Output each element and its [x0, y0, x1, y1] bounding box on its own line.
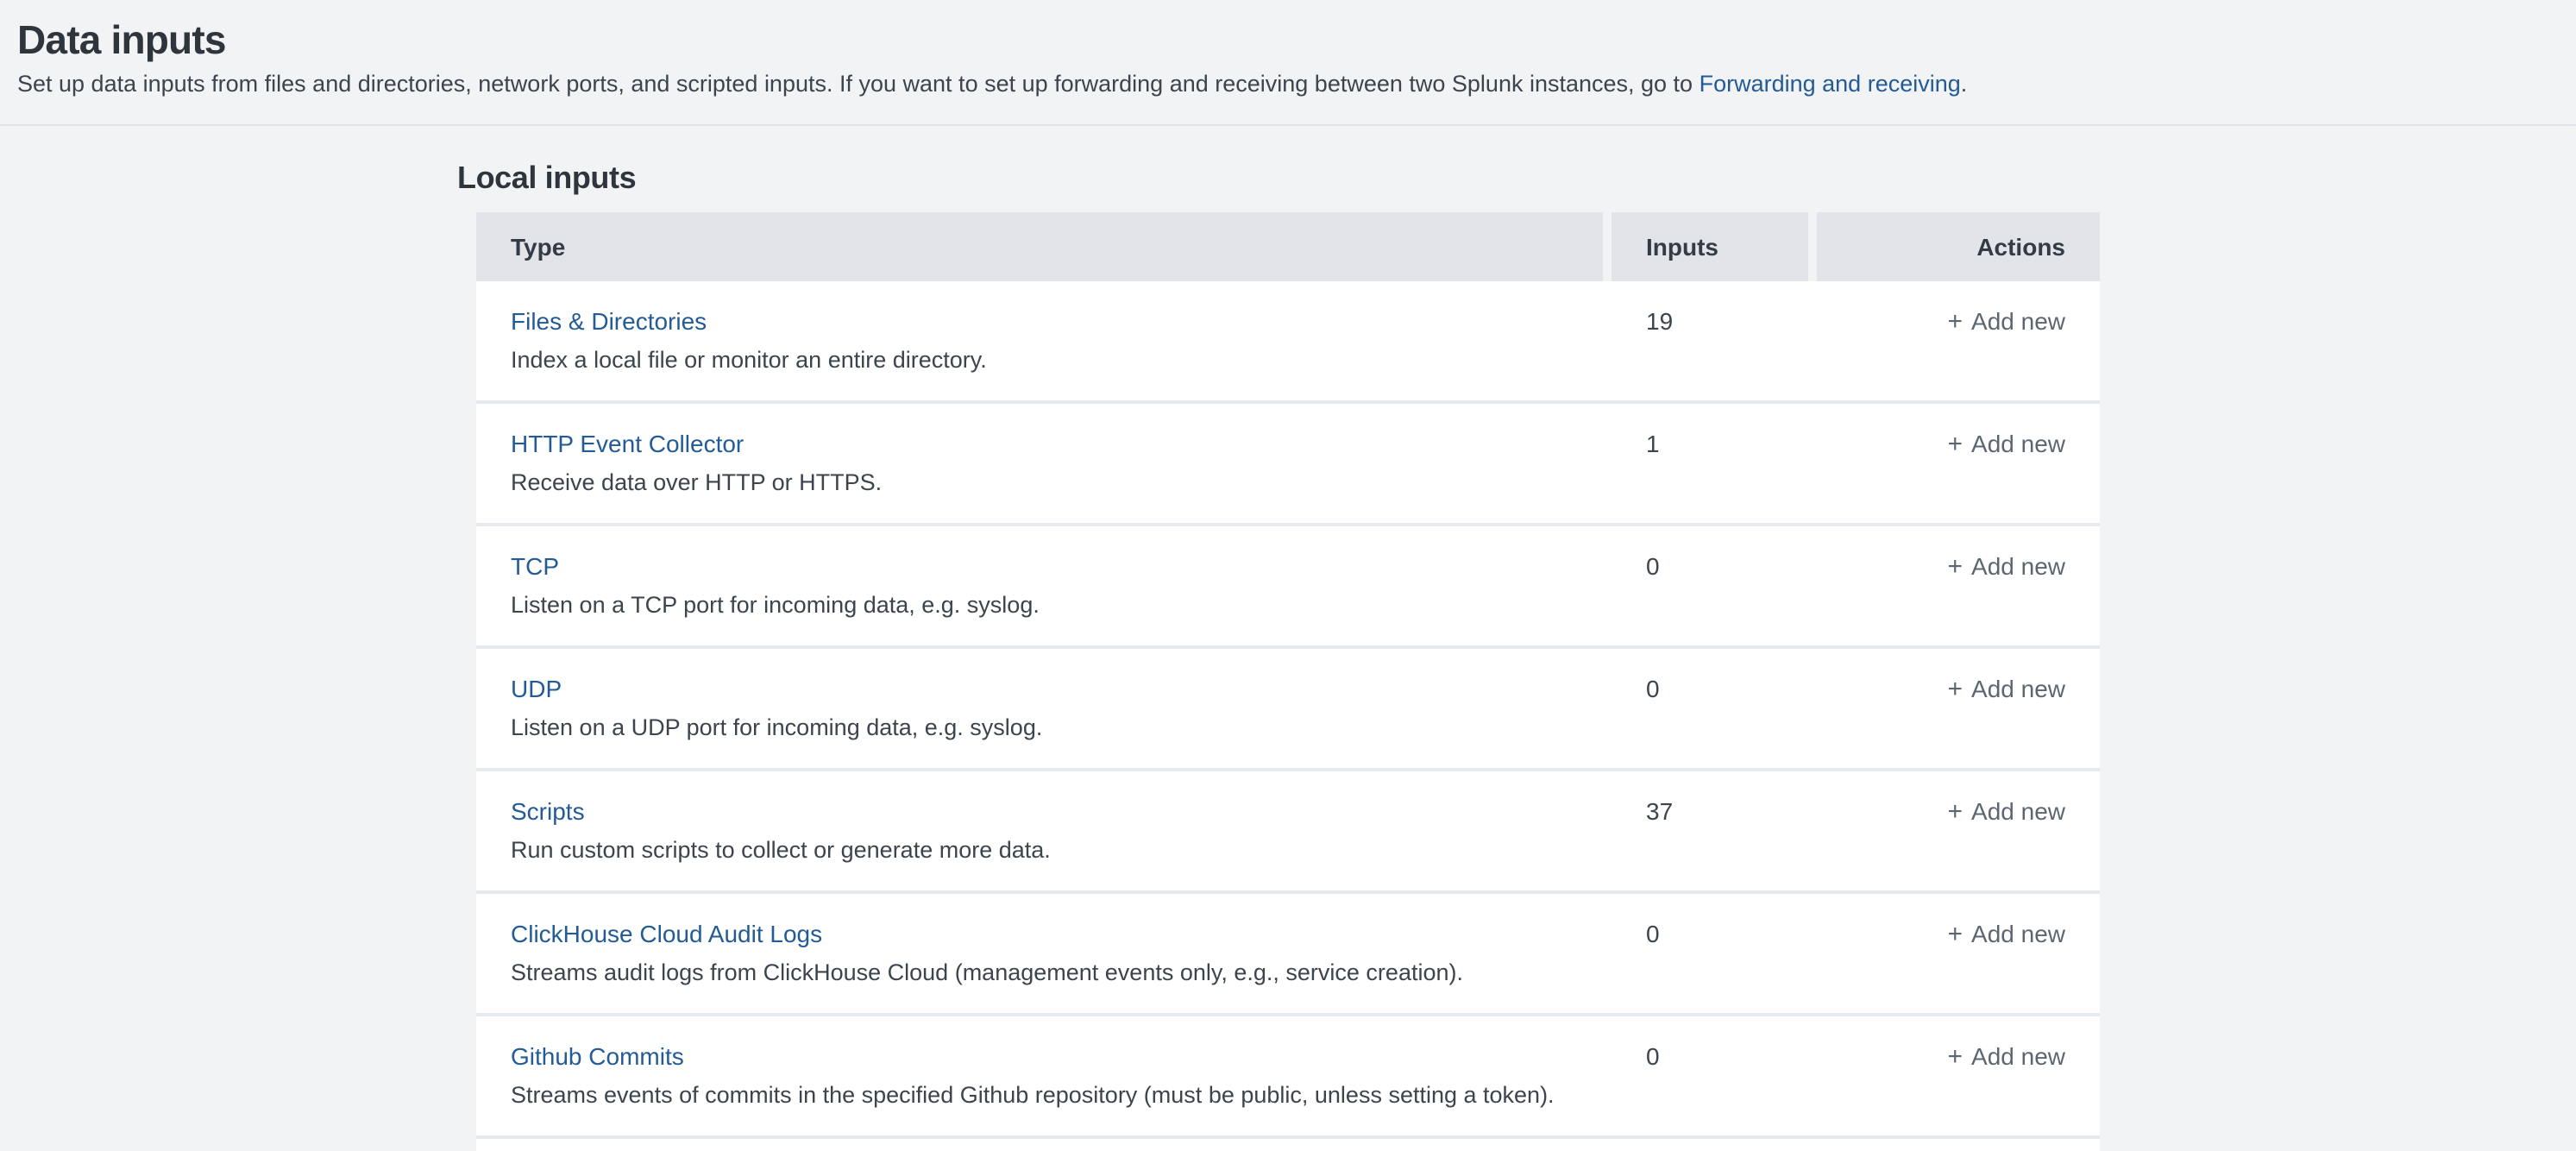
add-new-button[interactable]: + Add new: [1948, 797, 2066, 825]
inputs-count: 19: [1612, 305, 1808, 400]
type-cell: TCP Listen on a TCP port for incoming da…: [476, 550, 1603, 645]
add-new-label: Add new: [1971, 430, 2065, 457]
plus-icon: +: [1948, 1041, 1963, 1073]
input-type-description: Streams events of commits in the specifi…: [511, 1079, 1603, 1111]
plus-icon: +: [1948, 305, 1963, 338]
content-area: Local inputs Type Inputs Actions Files &…: [0, 126, 2576, 1151]
add-new-button[interactable]: + Add new: [1948, 1042, 2066, 1070]
table-row-clickhouse-cloud-audit-logs: ClickHouse Cloud Audit Logs Streams audi…: [476, 894, 2100, 1016]
add-new-label: Add new: [1971, 797, 2065, 825]
input-type-link[interactable]: HTTP Event Collector: [511, 428, 744, 461]
type-cell: HTTP Event Collector Receive data over H…: [476, 428, 1603, 523]
column-header-inputs: Inputs: [1612, 212, 1808, 281]
page-title: Data inputs: [17, 17, 2555, 62]
table-row-partial: [476, 1139, 2100, 1151]
add-new-button[interactable]: + Add new: [1948, 552, 2066, 580]
actions-cell: + Add new: [1817, 673, 2100, 768]
actions-cell: + Add new: [1817, 305, 2100, 400]
page-subtitle: Set up data inputs from files and direct…: [17, 69, 2555, 100]
input-type-link[interactable]: Github Commits: [511, 1041, 684, 1073]
local-inputs-table: Type Inputs Actions Files & Directories …: [476, 212, 2100, 1151]
type-cell: UDP Listen on a UDP port for incoming da…: [476, 673, 1603, 768]
actions-cell: + Add new: [1817, 550, 2100, 645]
table-row-http-event-collector: HTTP Event Collector Receive data over H…: [476, 404, 2100, 526]
type-cell: ClickHouse Cloud Audit Logs Streams audi…: [476, 918, 1603, 1013]
plus-icon: +: [1948, 796, 1963, 828]
inputs-count: 1: [1612, 428, 1808, 523]
table-row-github-commits: Github Commits Streams events of commits…: [476, 1016, 2100, 1139]
inputs-count: 0: [1612, 918, 1808, 1013]
subtitle-period: .: [1961, 71, 1968, 97]
add-new-label: Add new: [1971, 920, 2065, 947]
input-type-description: Listen on a TCP port for incoming data, …: [511, 588, 1603, 621]
actions-cell: + Add new: [1817, 796, 2100, 890]
type-cell: Scripts Run custom scripts to collect or…: [476, 796, 1603, 890]
table-row-udp: UDP Listen on a UDP port for incoming da…: [476, 649, 2100, 771]
input-type-description: Index a local file or monitor an entire …: [511, 343, 1603, 376]
inputs-count: 0: [1612, 550, 1808, 645]
input-type-link[interactable]: TCP: [511, 550, 559, 583]
input-type-link[interactable]: Files & Directories: [511, 305, 707, 338]
subtitle-text: Set up data inputs from files and direct…: [17, 71, 1700, 97]
plus-icon: +: [1948, 550, 1963, 583]
add-new-button[interactable]: +Add new: [1948, 675, 2066, 702]
local-inputs-heading: Local inputs: [457, 162, 2576, 193]
inputs-count: 0: [1612, 1041, 1808, 1135]
inputs-count: 0: [1612, 673, 1808, 768]
add-new-button[interactable]: +Add new: [1948, 430, 2066, 457]
table-row-files-directories: Files & Directories Index a local file o…: [476, 281, 2100, 404]
table-row-scripts: Scripts Run custom scripts to collect or…: [476, 771, 2100, 894]
add-new-button[interactable]: +Add new: [1948, 920, 2066, 947]
actions-cell: + Add new: [1817, 918, 2100, 1013]
page-header: Data inputs Set up data inputs from file…: [0, 0, 2576, 126]
forwarding-and-receiving-link[interactable]: Forwarding and receiving: [1700, 71, 1961, 97]
type-cell: Files & Directories Index a local file o…: [476, 305, 1603, 400]
inputs-count: 37: [1612, 796, 1808, 890]
add-new-label: Add new: [1971, 1042, 2065, 1070]
add-new-label: Add new: [1971, 307, 2065, 335]
table-body: Files & Directories Index a local file o…: [476, 281, 2100, 1151]
column-header-actions: Actions: [1817, 212, 2100, 281]
input-type-link[interactable]: Scripts: [511, 796, 585, 828]
plus-icon: +: [1948, 918, 1963, 951]
input-type-description: Streams audit logs from ClickHouse Cloud…: [511, 956, 1603, 989]
type-cell: Github Commits Streams events of commits…: [476, 1041, 1603, 1135]
actions-cell: + Add new: [1817, 428, 2100, 523]
input-type-description: Receive data over HTTP or HTTPS.: [511, 466, 1603, 499]
add-new-button[interactable]: + Add new: [1948, 307, 2066, 335]
column-header-type: Type: [476, 212, 1603, 281]
plus-icon: +: [1948, 673, 1963, 706]
input-type-description: Listen on a UDP port for incoming data, …: [511, 711, 1603, 744]
add-new-label: Add new: [1971, 675, 2065, 702]
data-inputs-page: Data inputs Set up data inputs from file…: [0, 0, 2576, 1151]
add-new-label: Add new: [1971, 552, 2065, 580]
table-row-tcp: TCP Listen on a TCP port for incoming da…: [476, 526, 2100, 649]
actions-cell: + Add new: [1817, 1041, 2100, 1135]
input-type-link[interactable]: ClickHouse Cloud Audit Logs: [511, 918, 822, 951]
input-type-description: Run custom scripts to collect or generat…: [511, 833, 1603, 866]
plus-icon: +: [1948, 428, 1963, 461]
table-header-row: Type Inputs Actions: [476, 212, 2100, 281]
input-type-link[interactable]: UDP: [511, 673, 562, 706]
